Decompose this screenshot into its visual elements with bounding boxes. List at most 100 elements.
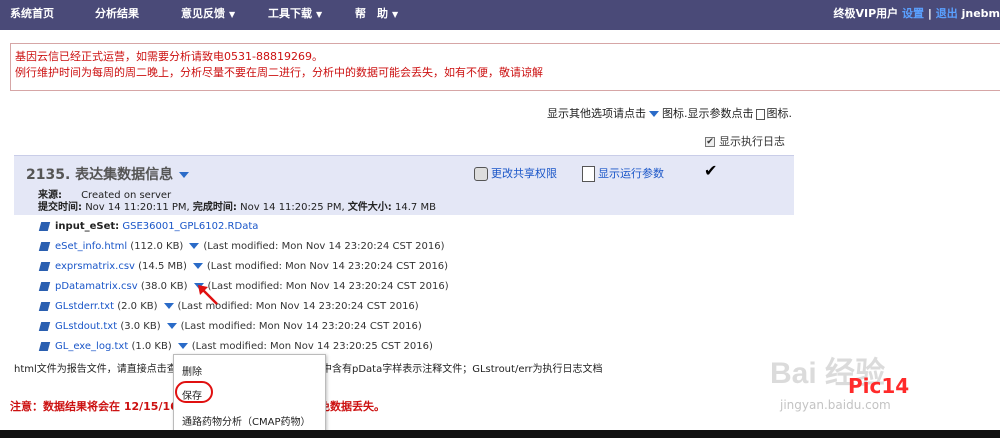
notice-line: 基因云信已经正式运营，如需要分析请致电0531-88819269。 [15,50,323,63]
job-title-text: 2135. 表达集数据信息 [26,167,174,183]
checkbox[interactable]: ✔ [705,137,715,147]
file-modified: (Last modified: Mon Nov 14 23:20:24 CST … [207,281,449,292]
chevron-down-icon: ▼ [229,10,236,19]
dropdown-triangle-icon [649,111,659,117]
input-file-link[interactable]: GSE36001_GPL6102.RData [122,221,258,232]
menu-item-delete[interactable]: 删除 [182,363,202,378]
nav-feedback-label: 意见反馈 [181,7,225,20]
separator: | [927,7,932,20]
chevron-down-icon: ▼ [392,10,399,19]
file-size: (2.0 KB) [117,301,158,312]
nav-analysis-results[interactable]: 分析结果 [95,5,139,21]
list-item: eSet_info.html (112.0 KB) (Last modified:… [38,241,445,257]
dropdown-triangle-icon[interactable] [179,172,190,178]
dropdown-triangle-icon[interactable] [177,343,188,349]
change-share-permission-button[interactable]: 更改共享权限 [474,165,557,181]
list-item: GLstderr.txt (2.0 KB) (Last modified: Mon… [38,301,419,317]
nav-help-label: 帮 助 [355,7,388,20]
file-link[interactable]: GL_exe_log.txt [55,341,128,352]
username: jnebm [961,7,1000,20]
size-value: 14.7 MB [395,202,436,213]
job-panel: 2135. 表达集数据信息 更改共享权限 显示运行参数 ✔ 来源: Create… [14,155,794,215]
file-size: (14.5 MB) [138,261,187,272]
nav-tool-download[interactable]: 工具下载 ▼ [268,5,322,21]
top-nav-bar: 系统首页 分析结果 意见反馈 ▼ 工具下载 ▼ 帮 助 ▼ 终极VIP用户 设置 | … [0,0,1000,30]
check-icon: ✔ [704,161,718,180]
file-modified: (Last modified: Mon Nov 14 23:20:25 CST … [191,341,433,352]
notice-line: 例行维护时间为每周的周二晚上，分析尽量不要在周二进行，分析中的数据可能会丢失，如… [15,66,543,79]
settings-link[interactable]: 设置 [902,7,924,20]
context-menu: 删除 保存 通路药物分析（CMAP药物） [173,354,326,432]
params-label: 显示运行参数 [598,167,664,180]
clipboard-icon [582,166,595,182]
file-link[interactable]: GLstderr.txt [55,301,114,312]
file-icon [38,341,51,351]
annotation-arrow [198,285,218,305]
dropdown-triangle-icon[interactable] [163,303,174,309]
warning-left: 注意：数据结果将会在 12/15/16 [10,400,178,413]
finish-label: 完成时间: [192,202,237,213]
watermark-url: jingyan.baidu.com [780,398,891,412]
file-link[interactable]: GLstdout.txt [55,321,117,332]
file-icon [38,221,51,231]
file-size: (1.0 KB) [131,341,172,352]
show-log-label: 显示执行日志 [719,135,785,148]
pic-label: Pic14 [848,374,910,398]
file-description: html文件为报告文件，请直接点击查 件中含有pData字样表示注释文件；GLs… [14,360,603,375]
options-hint-text: 显示参数点击 [687,107,754,120]
user-area: 终极VIP用户 设置 | 退出 jnebm [834,5,1000,21]
dropdown-triangle-icon[interactable] [166,323,177,329]
menu-item-save[interactable]: 保存 [182,387,202,402]
options-hint-text: 显示其他选项请点击 [547,107,646,120]
list-item: pDatamatrix.csv (38.0 KB) (Last modified:… [38,281,449,297]
job-title[interactable]: 2135. 表达集数据信息 [26,164,192,184]
notice-box: 基因云信已经正式运营，如需要分析请致电0531-88819269。 例行维护时间… [10,43,1000,91]
file-link[interactable]: exprsmatrix.csv [55,261,135,272]
dropdown-triangle-icon[interactable] [189,243,200,249]
finish-value: Nov 14 11:20:25 PM, [240,202,345,213]
bottom-bar [0,430,1000,438]
user-level: 终极VIP用户 [833,7,899,20]
file-modified: (Last modified: Mon Nov 14 23:20:24 CST … [206,261,449,272]
nav-help[interactable]: 帮 助 ▼ [355,5,398,21]
logout-link[interactable]: 退出 [936,7,958,20]
input-label: input_eSet: [55,221,120,232]
file-size: (112.0 KB) [130,241,184,252]
job-times: 提交时间: Nov 14 11:20:11 PM, 完成时间: Nov 14 1… [38,198,436,213]
list-item: input_eSet: GSE36001_GPL6102.RData [38,221,258,237]
nav-tool-download-label: 工具下载 [268,7,312,20]
file-modified: (Last modified: Mon Nov 14 23:20:24 CST … [203,241,445,252]
file-link[interactable]: eSet_info.html [55,241,127,252]
file-size: (38.0 KB) [140,281,188,292]
submit-value: Nov 14 11:20:11 PM, [85,202,190,213]
description-right: 件中含有pData字样表示注释文件；GLstrout/err为执行日志文档 [312,364,603,375]
dropdown-triangle-icon[interactable] [192,263,203,269]
options-hint-text: 图标. [662,107,688,120]
chevron-down-icon: ▼ [316,10,323,19]
file-icon [38,241,51,251]
nav-home[interactable]: 系统首页 [10,5,54,21]
size-label: 文件大小: [347,202,392,213]
file-icon [38,281,51,291]
file-modified: (Last modified: Mon Nov 14 23:20:24 CST … [180,321,422,332]
options-hint: 显示其他选项请点击 图标.显示参数点击 图标. [547,105,792,121]
list-item: exprsmatrix.csv (14.5 MB) (Last modified:… [38,261,449,277]
submit-label: 提交时间: [38,202,82,213]
show-run-params-button[interactable]: 显示运行参数 [582,165,664,182]
file-icon [38,301,51,311]
file-size: (3.0 KB) [120,321,161,332]
share-label: 更改共享权限 [491,167,557,180]
watermark: Bai 经验 jingyan.baidu.com Pic14 [770,348,990,438]
file-icon [38,261,51,271]
file-icon [38,321,51,331]
document-icon [755,108,765,120]
lock-icon [474,167,488,181]
nav-feedback[interactable]: 意见反馈 ▼ [181,5,235,21]
menu-item-cmap-analysis[interactable]: 通路药物分析（CMAP药物） [182,413,310,428]
warning-text: 注意：数据结果将会在 12/15/16 避免数据丢失。 [10,398,385,414]
show-log-toggle[interactable]: ✔ 显示执行日志 [705,133,785,149]
list-item: GLstdout.txt (3.0 KB) (Last modified: Mon… [38,321,422,337]
description-left: html文件为报告文件，请直接点击查 [14,364,177,375]
options-hint-text: 图标. [766,107,793,120]
file-link[interactable]: pDatamatrix.csv [55,281,138,292]
